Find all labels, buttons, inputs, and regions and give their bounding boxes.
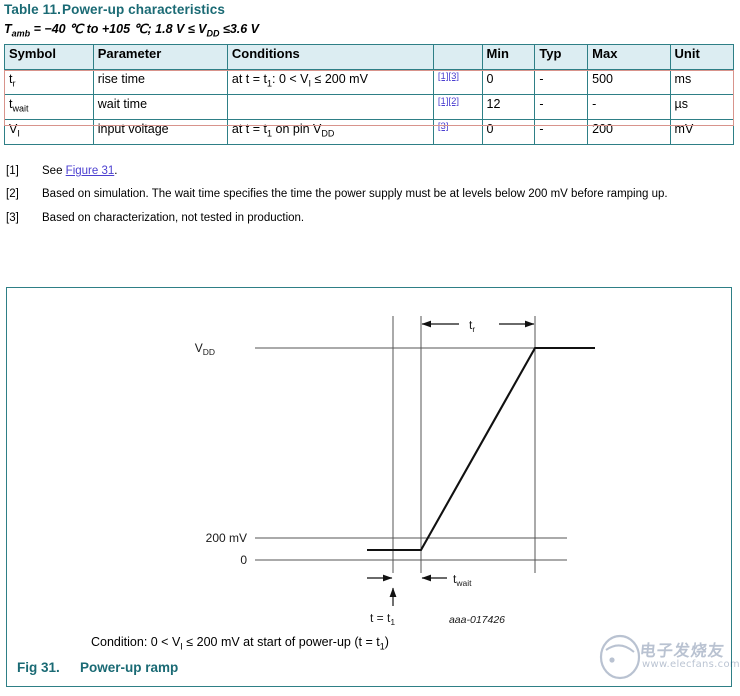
figure-number: Fig 31.	[17, 660, 60, 675]
cell-unit: µs	[669, 94, 735, 120]
cell-max: -	[587, 94, 671, 120]
power-up-ramp-diagram: tr twait t = t1 VDD 200 mV 0 aaa-017426	[195, 316, 595, 627]
power-up-characteristics-table: Symbol Parameter Conditions Min Typ Max …	[4, 44, 735, 145]
cell-min: 0	[481, 119, 536, 145]
footnote-text: Based on simulation. The wait time speci…	[42, 188, 668, 201]
footnotes-list: [1] See Figure 31. [2] Based on simulati…	[6, 163, 726, 233]
table-row: tr rise time at t = t1: 0 < VI ≤ 200 mV …	[4, 69, 735, 95]
cell-max: 500	[587, 69, 671, 95]
cell-parameter: input voltage	[92, 119, 228, 145]
table-row: VI input voltage at t = t1 on pin VDD [3…	[4, 119, 735, 145]
cell-conditions: at t = t1: 0 < VI ≤ 200 mV	[226, 69, 434, 95]
twait-label: twait	[453, 572, 472, 588]
table-number: Table 11.	[4, 2, 61, 17]
figure-container: tr twait t = t1 VDD 200 mV 0 aaa-017426 …	[6, 287, 732, 687]
cell-unit: mV	[669, 119, 735, 145]
cell-parameter: wait time	[92, 94, 228, 120]
column-header-parameter: Parameter	[92, 44, 228, 70]
symbol-subscript: I	[17, 128, 20, 139]
column-header-min: Min	[481, 44, 536, 70]
vdd-axis-label: VDD	[195, 341, 215, 357]
cell-min: 12	[481, 94, 536, 120]
footnote-marker: [1]	[6, 165, 19, 177]
footnote-ref-link[interactable]: [1]	[438, 96, 449, 107]
cell-unit: ms	[669, 69, 735, 95]
footnote-ref-link[interactable]: [1]	[438, 71, 449, 82]
diagram-id-label: aaa-017426	[449, 614, 505, 626]
footnote-ref-link[interactable]: [3]	[448, 71, 459, 82]
cell-max: 200	[587, 119, 671, 145]
cell-typ: -	[534, 119, 589, 145]
symbol-subscript: wait	[12, 103, 29, 114]
column-header-typ: Typ	[534, 44, 589, 70]
footnote-item: [3] Based on characterization, not teste…	[6, 210, 726, 226]
cell-typ: -	[534, 69, 589, 95]
vdd-ramp-waveform	[367, 346, 595, 552]
cell-footnote-refs: [3]	[432, 119, 483, 145]
column-header-max: Max	[587, 44, 671, 70]
figure-inner: tr twait t = t1 VDD 200 mV 0 aaa-017426 …	[7, 288, 731, 686]
column-header-unit: Unit	[669, 44, 735, 70]
figure-caption: Fig 31. Power-up ramp	[17, 660, 178, 675]
footnote-marker: [2]	[6, 188, 19, 201]
column-header-symbol: Symbol	[4, 44, 94, 70]
threshold-axis-label: 200 mV	[206, 531, 247, 545]
cell-conditions: at t = t1 on pin VDD	[226, 119, 434, 145]
cell-footnote-refs: [1][3]	[432, 69, 483, 95]
cell-parameter: rise time	[92, 69, 228, 95]
footnote-prefix: See	[42, 165, 66, 177]
cell-symbol: VI	[4, 119, 94, 145]
cell-typ: -	[534, 94, 589, 120]
cell-min: 0	[481, 69, 536, 95]
cell-footnote-refs: [1][2]	[432, 94, 483, 120]
column-header-footnote-ref	[432, 44, 483, 70]
column-header-conditions: Conditions	[226, 44, 434, 70]
table-conditions-subtitle: Tamb = −40 ℃ to +105 ℃; 1.8 V ≤ VDD ≤3.6…	[4, 22, 260, 39]
table-row: twait wait time [1][2] 12 - - µs	[4, 94, 735, 120]
footnote-ref-link[interactable]: [3]	[438, 121, 449, 132]
cell-symbol: tr	[4, 69, 94, 95]
figure-31-link[interactable]: Figure 31	[66, 165, 115, 177]
footnote-ref-link[interactable]: [2]	[448, 96, 459, 107]
cell-symbol: twait	[4, 94, 94, 120]
table-title: Table 11.Power-up characteristics	[4, 2, 225, 17]
table-header-row: Symbol Parameter Conditions Min Typ Max …	[4, 44, 735, 70]
table-title-text: Power-up characteristics	[62, 2, 225, 17]
t1-label: t = t1	[370, 611, 395, 627]
cell-conditions	[226, 94, 434, 120]
zero-axis-label: 0	[240, 553, 247, 567]
symbol-subscript: r	[12, 78, 16, 89]
footnote-suffix: .	[114, 165, 118, 177]
footnote-item: [2] Based on simulation. The wait time s…	[6, 186, 726, 202]
footnote-item: [1] See Figure 31.	[6, 163, 726, 179]
figure-condition-text: Condition: 0 < VI ≤ 200 mV at start of p…	[91, 635, 389, 652]
footnote-text: See Figure 31.	[42, 163, 726, 179]
tr-label: tr	[469, 318, 475, 334]
footnote-marker: [3]	[6, 211, 19, 224]
footnote-text: Based on characterization, not tested in…	[42, 211, 305, 224]
figure-caption-text: Power-up ramp	[80, 660, 179, 675]
